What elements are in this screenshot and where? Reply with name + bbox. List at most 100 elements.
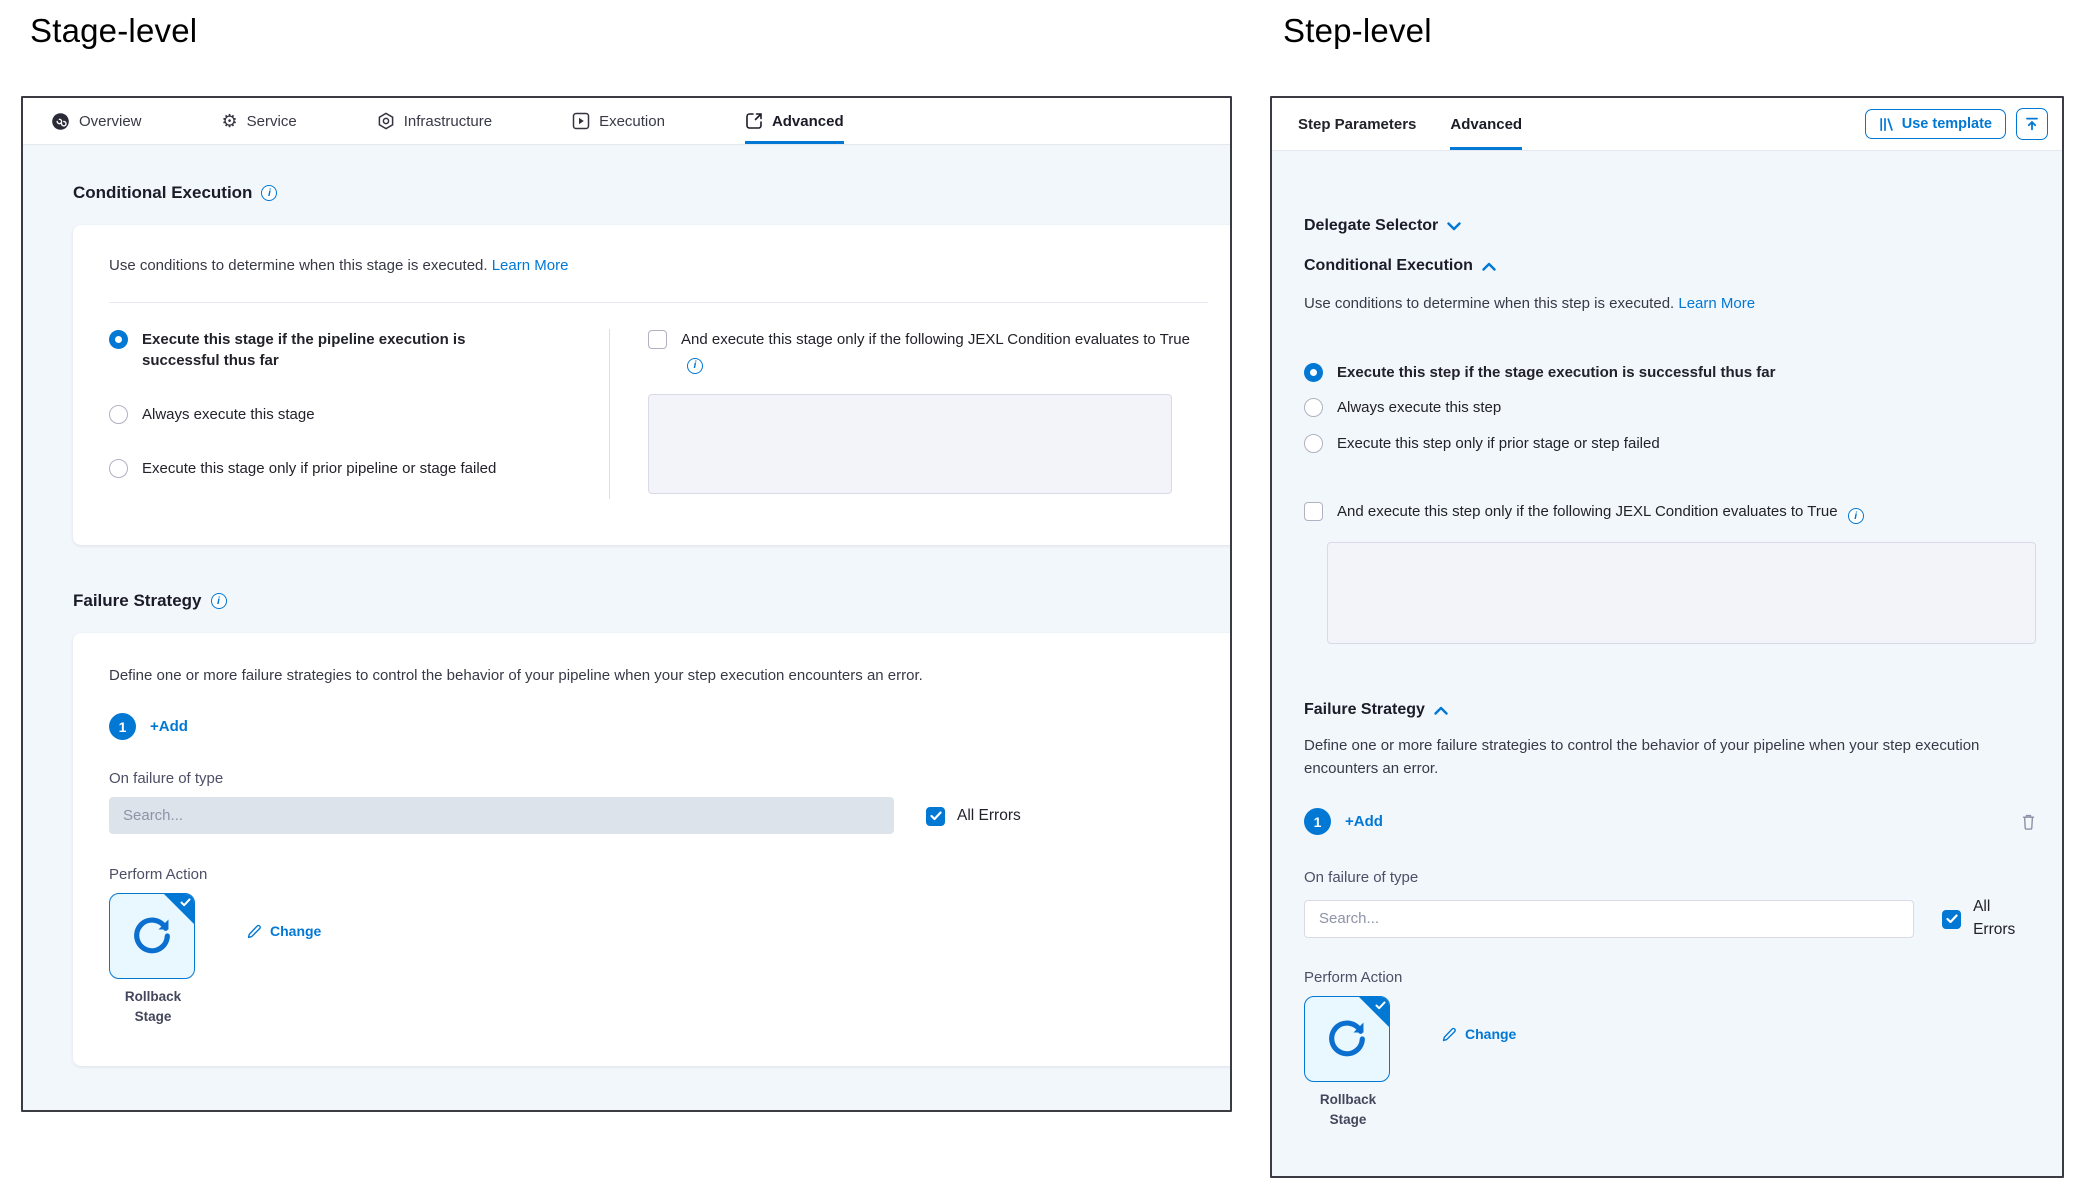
- perform-action-label: Perform Action: [109, 866, 1208, 883]
- radio-execute-if-failed[interactable]: Execute this stage only if prior pipelin…: [109, 458, 609, 480]
- heading-text: Failure Strategy: [73, 591, 202, 611]
- heading-text: Conditional Execution: [1304, 257, 1473, 275]
- use-template-button[interactable]: Use template: [1865, 109, 2006, 139]
- info-icon[interactable]: i: [261, 185, 277, 201]
- rollback-stage-action-card[interactable]: [109, 893, 195, 979]
- overview-icon: [51, 112, 70, 131]
- heading-text: Delegate Selector: [1304, 217, 1438, 235]
- learn-more-link[interactable]: Learn More: [1678, 295, 1755, 312]
- all-errors-checkbox-row[interactable]: All Errors: [926, 805, 1021, 827]
- check-icon: [1375, 1001, 1386, 1010]
- failure-type-search-input[interactable]: [1304, 900, 1914, 938]
- tab-label: Step Parameters: [1298, 116, 1416, 133]
- save-as-template-button[interactable]: [2016, 108, 2048, 140]
- tab-label: Execution: [599, 113, 665, 130]
- jexl-condition-input[interactable]: [1327, 542, 2036, 644]
- label-text: And execute this stage only if the follo…: [681, 331, 1190, 348]
- strategy-count-badge[interactable]: 1: [109, 713, 136, 740]
- tab-label: Service: [247, 113, 297, 130]
- tab-advanced[interactable]: Advanced: [745, 98, 844, 144]
- radio-execute-if-successful[interactable]: Execute this step if the stage execution…: [1304, 362, 2036, 384]
- info-icon[interactable]: i: [1848, 508, 1864, 524]
- selected-action-label: Rollback Stage: [1304, 1090, 1392, 1129]
- stage-panel-content: Conditional Execution i Use conditions t…: [23, 183, 1230, 1066]
- radio-label: Always execute this step: [1337, 397, 1501, 419]
- failure-strategy-heading[interactable]: Failure Strategy: [1304, 701, 2036, 719]
- radio-selected-icon: [109, 330, 128, 349]
- heading-text: Failure Strategy: [1304, 701, 1425, 719]
- trash-icon: [2021, 813, 2036, 830]
- info-icon[interactable]: i: [687, 358, 703, 374]
- conditional-execution-heading[interactable]: Conditional Execution: [1304, 257, 2036, 275]
- rollback-stage-action-card[interactable]: [1304, 996, 1390, 1082]
- conditional-execution-card: Use conditions to determine when this st…: [73, 225, 1232, 545]
- stage-level-title: Stage-level: [30, 12, 197, 50]
- radio-group: Execute this stage if the pipeline execu…: [109, 329, 609, 499]
- radio-group: Execute this step if the stage execution…: [1304, 362, 2036, 455]
- label-text: And execute this step only if the follow…: [1337, 503, 1838, 520]
- delegate-selector-heading[interactable]: Delegate Selector: [1304, 217, 2036, 235]
- perform-action-label: Perform Action: [1304, 969, 2036, 986]
- chevron-up-icon: [1434, 706, 1448, 715]
- on-failure-label: On failure of type: [109, 770, 1208, 787]
- description-text: Use conditions to determine when this st…: [1304, 295, 1674, 312]
- advanced-icon: [745, 112, 763, 130]
- description-text: Use conditions to determine when this st…: [109, 257, 488, 274]
- failure-strategy-heading: Failure Strategy i: [73, 591, 1230, 611]
- tab-execution[interactable]: Execution: [572, 98, 665, 144]
- radio-label: Execute this stage if the pipeline execu…: [142, 329, 512, 373]
- failure-strategy-description: Define one or more failure strategies to…: [1304, 735, 2036, 780]
- radio-icon: [1304, 434, 1323, 453]
- radio-icon: [109, 405, 128, 424]
- strategy-count-badge[interactable]: 1: [1304, 808, 1331, 835]
- change-label: Change: [270, 923, 321, 939]
- pencil-icon: [1442, 1027, 1457, 1042]
- jexl-checkbox-label: And execute this stage only if the follo…: [681, 329, 1208, 374]
- change-action-button[interactable]: Change: [1442, 1026, 1516, 1042]
- chevron-up-icon: [1482, 262, 1496, 271]
- tab-label: Advanced: [772, 113, 844, 130]
- all-errors-label: All Errors: [1973, 896, 2036, 941]
- change-label: Change: [1465, 1026, 1516, 1042]
- add-strategy-button[interactable]: +Add: [1345, 813, 1383, 830]
- all-errors-checkbox-row[interactable]: All Errors: [1942, 896, 2036, 941]
- failure-strategy-card: Define one or more failure strategies to…: [73, 633, 1232, 1067]
- radio-icon: [1304, 398, 1323, 417]
- use-template-label: Use template: [1902, 116, 1992, 132]
- jexl-condition-checkbox-row[interactable]: And execute this step only if the follow…: [1304, 501, 2036, 525]
- checkbox-icon: [648, 330, 667, 349]
- pencil-icon: [247, 924, 262, 939]
- tab-infrastructure[interactable]: Infrastructure: [377, 98, 492, 144]
- stage-advanced-panel: Overview ⚙ Service Infrastructure Execut…: [21, 96, 1232, 1112]
- tab-step-parameters[interactable]: Step Parameters: [1298, 98, 1416, 150]
- radio-label: Execute this stage only if prior pipelin…: [142, 458, 496, 480]
- tab-overview[interactable]: Overview: [51, 98, 142, 144]
- heading-text: Conditional Execution: [73, 183, 252, 203]
- learn-more-link[interactable]: Learn More: [492, 257, 569, 274]
- divider: [109, 302, 1208, 303]
- tab-advanced[interactable]: Advanced: [1450, 98, 1522, 150]
- upload-icon: [2024, 116, 2040, 132]
- change-action-button[interactable]: Change: [247, 923, 321, 939]
- infrastructure-icon: [377, 112, 395, 130]
- jexl-checkbox-label: And execute this step only if the follow…: [1337, 501, 1864, 525]
- radio-execute-if-successful[interactable]: Execute this stage if the pipeline execu…: [109, 329, 609, 373]
- radio-icon: [109, 459, 128, 478]
- all-errors-label: All Errors: [957, 805, 1021, 827]
- jexl-condition-checkbox-row[interactable]: And execute this stage only if the follo…: [648, 329, 1208, 374]
- step-tabbar: Step Parameters Advanced Use template: [1272, 98, 2062, 151]
- step-advanced-panel: Step Parameters Advanced Use template De…: [1270, 96, 2064, 1178]
- delete-strategy-button[interactable]: [2021, 813, 2036, 830]
- add-strategy-button[interactable]: +Add: [150, 718, 188, 735]
- failure-strategy-description: Define one or more failure strategies to…: [109, 665, 1208, 688]
- tab-service[interactable]: ⚙ Service: [222, 98, 297, 144]
- radio-execute-if-failed[interactable]: Execute this step only if prior stage or…: [1304, 433, 2036, 455]
- failure-type-search-input[interactable]: [109, 797, 894, 834]
- chevron-down-icon: [1447, 222, 1461, 231]
- conditional-execution-description: Use conditions to determine when this st…: [1304, 293, 2036, 316]
- jexl-condition-input[interactable]: [648, 394, 1172, 494]
- checkbox-checked-icon: [1942, 910, 1961, 929]
- info-icon[interactable]: i: [211, 593, 227, 609]
- radio-always-execute[interactable]: Always execute this step: [1304, 397, 2036, 419]
- radio-always-execute[interactable]: Always execute this stage: [109, 404, 609, 426]
